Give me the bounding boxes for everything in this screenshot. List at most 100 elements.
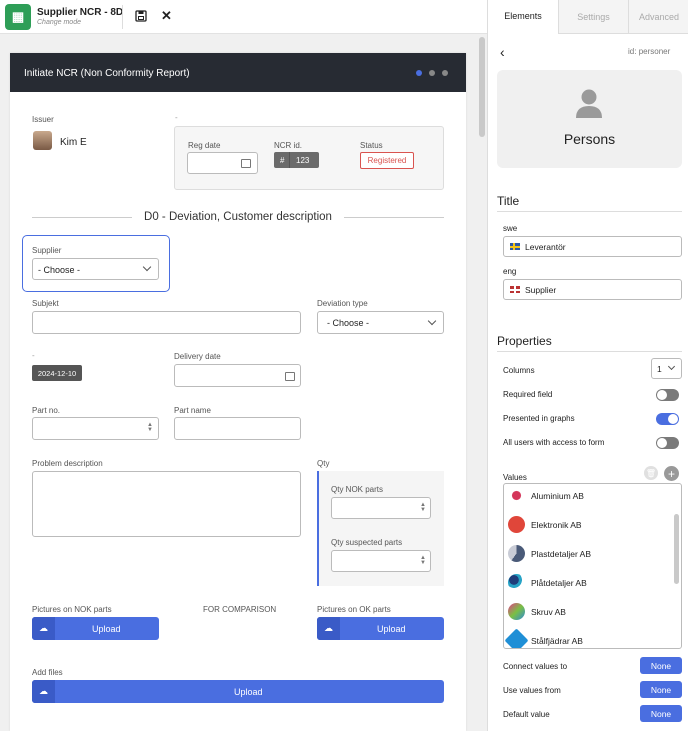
- part-name-input[interactable]: [174, 417, 301, 440]
- uk-flag-icon: [510, 286, 520, 293]
- toggle-knob: [668, 414, 678, 424]
- value-label: Skruv AB: [531, 606, 566, 617]
- part-no-input[interactable]: ▲ ▼: [32, 417, 159, 440]
- form-header: Initiate NCR (Non Conformity Report): [10, 53, 466, 92]
- divider: [497, 211, 682, 212]
- ncr-id-field: # 123: [274, 152, 319, 168]
- title-heading: Title: [497, 194, 520, 208]
- stepper-icon[interactable]: ▲ ▼: [420, 502, 426, 513]
- spreadsheet-icon: ▦: [5, 4, 31, 30]
- divider: [289, 152, 290, 168]
- eng-title-input[interactable]: Supplier: [503, 279, 682, 300]
- value-label: Elektronik AB: [531, 519, 582, 530]
- page-dot[interactable]: [442, 70, 448, 76]
- connect-values-button[interactable]: None: [640, 657, 682, 674]
- delivery-date-input[interactable]: [174, 364, 301, 387]
- chevron-down-icon: [667, 362, 676, 371]
- properties-heading: Properties: [497, 334, 552, 348]
- list-item[interactable]: Skruv AB: [508, 597, 566, 626]
- add-files-label: Add files: [32, 668, 63, 677]
- tab-settings[interactable]: Settings: [558, 0, 628, 34]
- columns-select[interactable]: 1: [651, 358, 682, 379]
- page-dot-active[interactable]: [416, 70, 422, 76]
- default-value-button[interactable]: None: [640, 705, 682, 722]
- scrollbar[interactable]: [477, 34, 487, 731]
- dash-label: -: [32, 351, 35, 360]
- upload-files-button[interactable]: ☁ Upload: [32, 680, 444, 703]
- upload-cloud-icon: ☁: [32, 680, 55, 703]
- required-label: Required field: [503, 390, 553, 399]
- back-icon[interactable]: ‹: [500, 44, 505, 60]
- value-label: Plåtdetaljer AB: [531, 577, 587, 588]
- required-toggle[interactable]: [656, 389, 679, 401]
- chevron-down-icon: [427, 316, 437, 326]
- qty-suspected-input[interactable]: ▲ ▼: [331, 550, 431, 572]
- tab-elements[interactable]: Elements: [488, 0, 558, 34]
- part-name-label: Part name: [174, 406, 211, 415]
- scrollbar-thumb[interactable]: [479, 37, 485, 137]
- list-item[interactable]: Plåtdetaljer AB: [508, 568, 587, 597]
- supplier-value: - Choose -: [38, 265, 81, 275]
- toggle-knob: [657, 390, 667, 400]
- upload-nok-button[interactable]: ☁ Upload: [32, 617, 159, 640]
- values-list[interactable]: Aluminium AB Elektronik AB Plastdetaljer…: [503, 483, 682, 649]
- top-bar: ▦ Supplier NCR - 8D Change mode ✕: [0, 0, 487, 34]
- deviation-type-select[interactable]: - Choose -: [317, 311, 444, 334]
- supplier-logo-icon: [504, 628, 529, 648]
- qty-nok-input[interactable]: ▲ ▼: [331, 497, 431, 519]
- close-icon[interactable]: ✕: [161, 8, 172, 24]
- list-item[interactable]: Aluminium AB: [508, 484, 584, 510]
- upload-label: Upload: [377, 624, 406, 634]
- delivery-date-label: Delivery date: [174, 352, 221, 361]
- eng-title-value: Supplier: [525, 285, 557, 295]
- for-comparison-label: FOR COMPARISON: [203, 605, 277, 614]
- supplier-select[interactable]: - Choose -: [32, 258, 159, 280]
- divider: [497, 351, 682, 352]
- values-scrollbar-thumb[interactable]: [674, 514, 679, 584]
- reg-date-input[interactable]: [187, 152, 258, 174]
- subject-input[interactable]: [32, 311, 301, 334]
- all-users-label: All users with access to form: [503, 438, 605, 447]
- qty-suspected-label: Qty suspected parts: [331, 538, 403, 547]
- list-item[interactable]: Plastdetaljer AB: [508, 539, 591, 568]
- stepper-icon[interactable]: ▲ ▼: [147, 422, 153, 433]
- list-item[interactable]: Elektronik AB: [508, 510, 582, 539]
- reg-date-label: Reg date: [188, 141, 221, 150]
- element-card: Persons: [497, 70, 682, 168]
- calendar-icon[interactable]: [285, 372, 295, 381]
- swe-title-input[interactable]: Leverantör: [503, 236, 682, 257]
- tab-advanced[interactable]: Advanced: [628, 0, 688, 34]
- delete-value-icon[interactable]: 🗑: [644, 466, 658, 480]
- problem-textarea[interactable]: [32, 471, 301, 537]
- problem-label: Problem description: [32, 459, 103, 468]
- qty-label: Qty: [317, 459, 330, 468]
- calendar-icon[interactable]: [241, 159, 251, 168]
- avatar: [33, 131, 52, 150]
- date-badge: 2024-12-10: [32, 365, 82, 381]
- columns-label: Columns: [503, 366, 535, 375]
- issuer-name: Kim E: [60, 137, 87, 148]
- graphs-label: Presented in graphs: [503, 414, 575, 423]
- page-dot[interactable]: [429, 70, 435, 76]
- supplier-logo-icon: [508, 603, 525, 620]
- swe-title-value: Leverantör: [525, 242, 566, 252]
- chevron-down-icon: [142, 262, 152, 272]
- save-icon[interactable]: [135, 10, 147, 22]
- supplier-logo-icon: [508, 574, 525, 591]
- ncr-id-value: 123: [296, 156, 310, 165]
- stepper-icon[interactable]: ▲ ▼: [420, 555, 426, 566]
- supplier-logo-icon: [508, 487, 525, 504]
- upload-ok-button[interactable]: ☁ Upload: [317, 617, 444, 640]
- divider: [122, 5, 123, 29]
- eng-label: eng: [503, 267, 517, 276]
- add-value-icon[interactable]: +: [664, 466, 679, 481]
- use-values-from-label: Use values from: [503, 686, 561, 695]
- app-subtitle: Change mode: [37, 19, 81, 26]
- graphs-toggle[interactable]: [656, 413, 679, 425]
- list-item[interactable]: Stålfjädrar AB: [504, 626, 583, 648]
- properties-panel: Elements Settings Advanced ‹ id: persone…: [487, 0, 688, 731]
- value-label: Plastdetaljer AB: [531, 548, 592, 559]
- toggle-knob: [657, 438, 667, 448]
- all-users-toggle[interactable]: [656, 437, 679, 449]
- use-values-from-button[interactable]: None: [640, 681, 682, 698]
